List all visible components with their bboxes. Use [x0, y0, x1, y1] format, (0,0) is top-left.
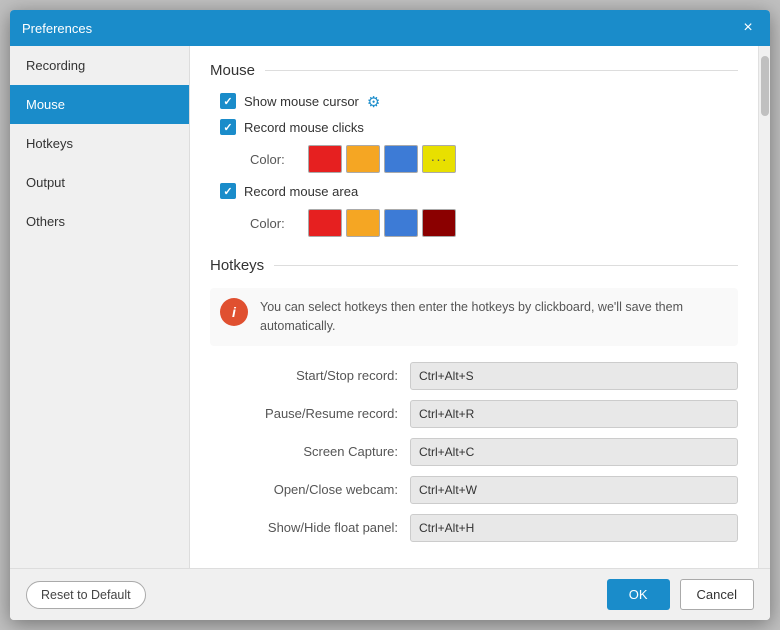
sidebar-item-recording[interactable]: Recording [10, 46, 189, 85]
record-area-row: Record mouse area [210, 183, 738, 199]
sidebar-item-others[interactable]: Others [10, 202, 189, 241]
mouse-section-title: Mouse [210, 62, 738, 79]
preferences-dialog: Preferences × Recording Mouse Hotkeys Ou… [10, 10, 770, 620]
hotkey-row-4: Show/Hide float panel: Ctrl+Alt+H [210, 514, 738, 542]
hotkey-label-2: Screen Capture: [210, 444, 410, 459]
hotkey-row-2: Screen Capture: Ctrl+Alt+C [210, 438, 738, 466]
click-color-more[interactable]: ··· [422, 145, 456, 173]
main-content: Mouse Show mouse cursor ⚙ Record mouse c… [190, 46, 758, 568]
record-clicks-row: Record mouse clicks [210, 119, 738, 135]
footer: Reset to Default OK Cancel [10, 568, 770, 620]
sidebar-item-mouse[interactable]: Mouse [10, 85, 189, 124]
hotkey-row-3: Open/Close webcam: Ctrl+Alt+W [210, 476, 738, 504]
hotkeys-section-title: Hotkeys [210, 257, 738, 274]
show-cursor-checkbox[interactable] [220, 93, 236, 109]
hotkey-row-1: Pause/Resume record: Ctrl+Alt+R [210, 400, 738, 428]
record-clicks-checkbox[interactable] [220, 119, 236, 135]
hotkey-input-1[interactable]: Ctrl+Alt+R [410, 400, 738, 428]
hotkey-input-3[interactable]: Ctrl+Alt+W [410, 476, 738, 504]
info-box: i You can select hotkeys then enter the … [210, 288, 738, 346]
info-text: You can select hotkeys then enter the ho… [260, 298, 728, 336]
area-color-blue[interactable] [384, 209, 418, 237]
hotkey-input-0[interactable]: Ctrl+Alt+S [410, 362, 738, 390]
sidebar-item-hotkeys[interactable]: Hotkeys [10, 124, 189, 163]
sidebar-item-output[interactable]: Output [10, 163, 189, 202]
scrollbar-thumb[interactable] [761, 56, 769, 116]
show-cursor-row: Show mouse cursor ⚙ [210, 93, 738, 109]
cancel-button[interactable]: Cancel [680, 579, 754, 610]
dialog-content: Recording Mouse Hotkeys Output Others Mo… [10, 46, 770, 568]
hotkey-label-1: Pause/Resume record: [210, 406, 410, 421]
area-color-darkred[interactable] [422, 209, 456, 237]
area-color-orange[interactable] [346, 209, 380, 237]
record-area-label: Record mouse area [244, 184, 358, 199]
record-area-checkbox[interactable] [220, 183, 236, 199]
reset-button[interactable]: Reset to Default [26, 581, 146, 609]
hotkey-label-4: Show/Hide float panel: [210, 520, 410, 535]
area-color-red[interactable] [308, 209, 342, 237]
sidebar: Recording Mouse Hotkeys Output Others [10, 46, 190, 568]
click-color-orange[interactable] [346, 145, 380, 173]
click-color-row: Color: ··· [210, 145, 738, 173]
gear-icon[interactable]: ⚙ [367, 93, 383, 109]
hotkeys-section: Hotkeys i You can select hotkeys then en… [210, 257, 738, 542]
footer-right: OK Cancel [607, 579, 754, 610]
close-button[interactable]: × [738, 18, 758, 38]
scrollbar[interactable] [758, 46, 770, 568]
hotkey-input-4[interactable]: Ctrl+Alt+H [410, 514, 738, 542]
dialog-title: Preferences [22, 21, 92, 36]
click-color-label: Color: [250, 152, 300, 167]
hotkey-row-0: Start/Stop record: Ctrl+Alt+S [210, 362, 738, 390]
hotkey-input-2[interactable]: Ctrl+Alt+C [410, 438, 738, 466]
hotkey-label-3: Open/Close webcam: [210, 482, 410, 497]
record-clicks-label: Record mouse clicks [244, 120, 364, 135]
show-cursor-label: Show mouse cursor [244, 94, 359, 109]
area-color-label: Color: [250, 216, 300, 231]
info-icon: i [220, 298, 248, 326]
hotkey-label-0: Start/Stop record: [210, 368, 410, 383]
click-color-red[interactable] [308, 145, 342, 173]
title-bar: Preferences × [10, 10, 770, 46]
area-color-row: Color: [210, 209, 738, 237]
click-color-blue[interactable] [384, 145, 418, 173]
ok-button[interactable]: OK [607, 579, 670, 610]
